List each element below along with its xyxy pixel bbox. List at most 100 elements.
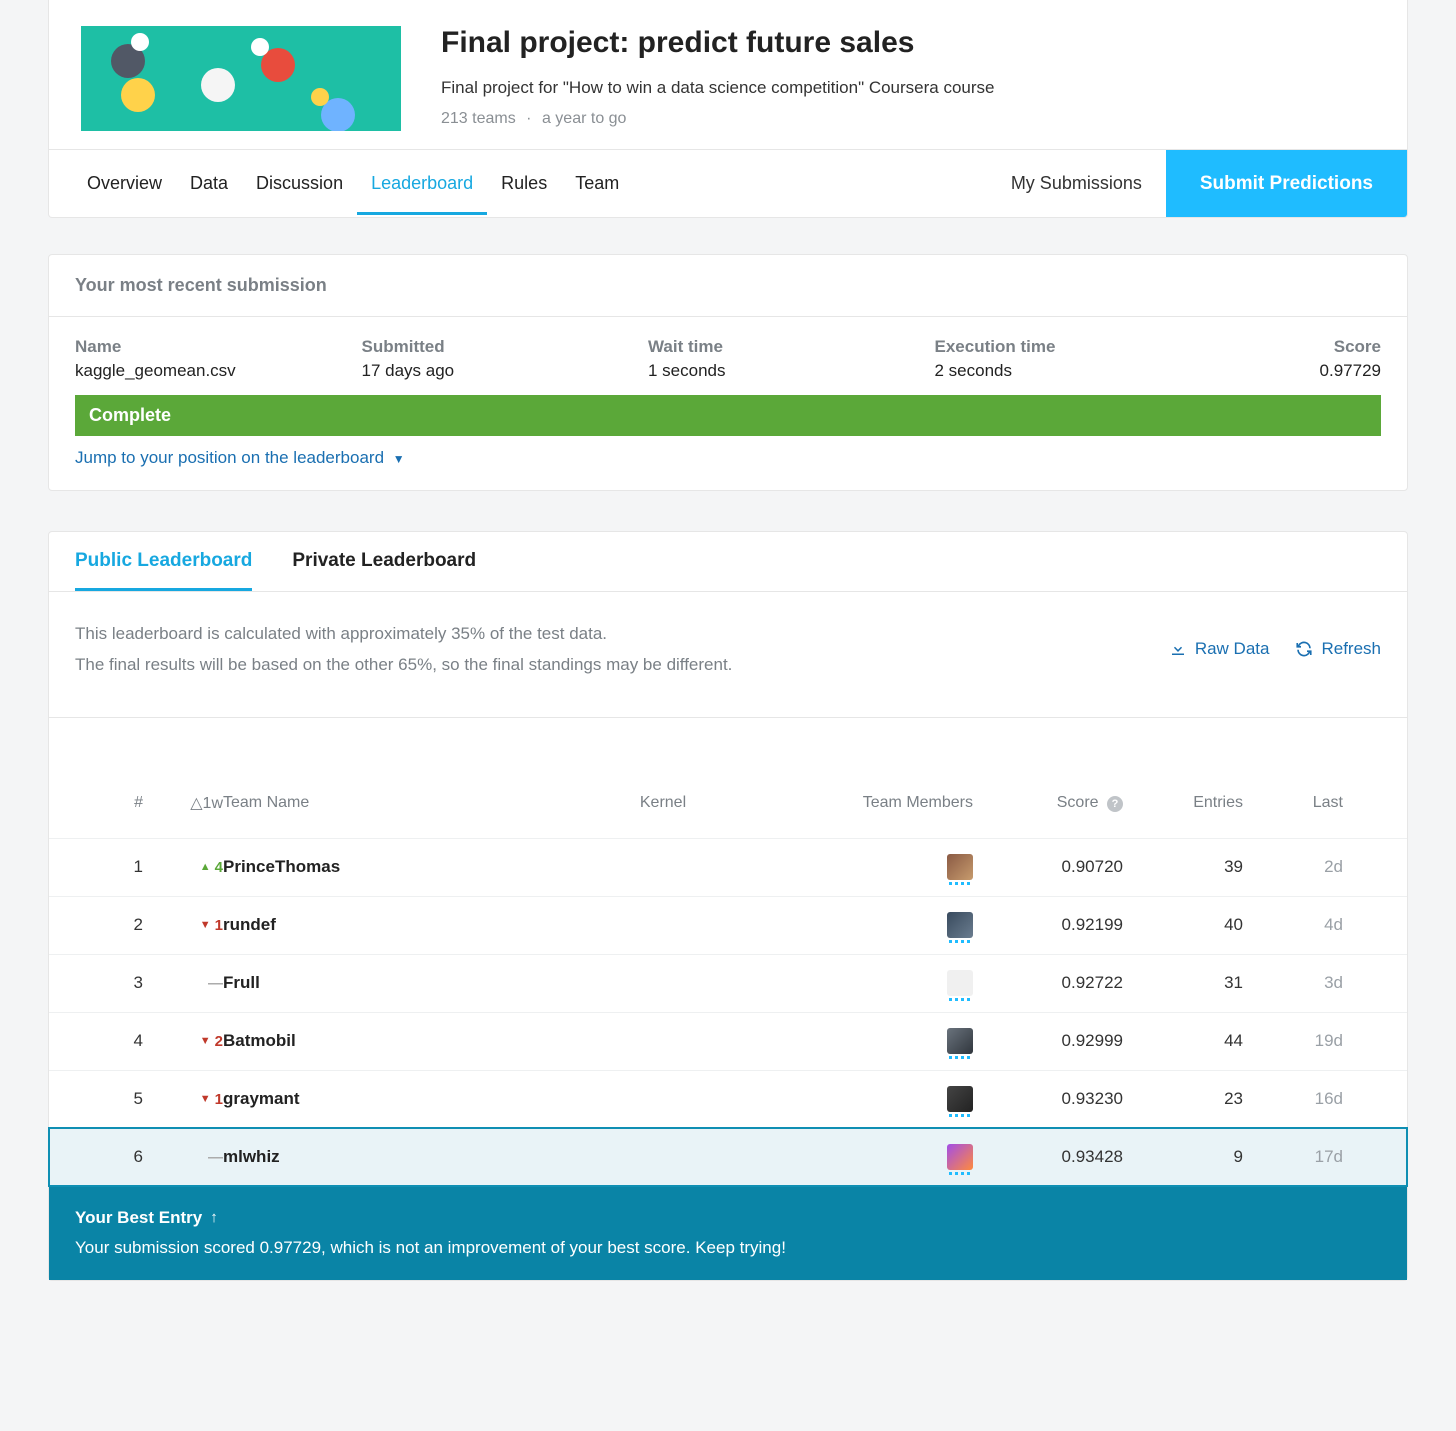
score: 0.93230 — [973, 1089, 1123, 1109]
col-wait-label: Wait time — [648, 337, 935, 357]
team-members — [773, 912, 973, 938]
last-submission: 2d — [1243, 857, 1343, 877]
competition-meta: 213 teams · a year to go — [441, 110, 995, 128]
th-team: Team Name — [223, 794, 553, 818]
col-score-label: Score — [1221, 337, 1381, 357]
entries: 40 — [1123, 915, 1243, 935]
team-members — [773, 1144, 973, 1170]
team-name: mlwhiz — [223, 1147, 553, 1167]
last-submission: 19d — [1243, 1031, 1343, 1051]
submit-predictions-button[interactable]: Submit Predictions — [1166, 150, 1407, 218]
leaderboard-card: Public Leaderboard Private Leaderboard T… — [48, 531, 1408, 1281]
competition-header: Final project: predict future sales Fina… — [48, 0, 1408, 218]
th-entries: Entries — [1123, 794, 1243, 818]
leaderboard-row[interactable]: 6—mlwhiz0.93428917d — [49, 1128, 1407, 1186]
score: 0.92199 — [973, 915, 1123, 935]
rank-delta: ▼1 — [143, 917, 223, 934]
refresh-link[interactable]: Refresh — [1295, 639, 1381, 659]
tab-discussion[interactable]: Discussion — [242, 153, 357, 215]
help-icon[interactable]: ? — [1107, 796, 1123, 812]
score: 0.92999 — [973, 1031, 1123, 1051]
rank-delta: ▼1 — [143, 1091, 223, 1108]
rank: 6 — [73, 1147, 143, 1167]
best-entry-title: Your Best Entry — [75, 1208, 202, 1228]
my-submissions-link[interactable]: My Submissions — [987, 153, 1166, 214]
jump-to-position-link[interactable]: Jump to your position on the leaderboard… — [49, 448, 1407, 490]
col-submitted-label: Submitted — [362, 337, 649, 357]
competition-banner — [81, 26, 401, 131]
refresh-label: Refresh — [1321, 639, 1381, 659]
tab-data[interactable]: Data — [176, 153, 242, 215]
leaderboard-row[interactable]: 5▼1graymant 0.932302316d — [49, 1070, 1407, 1128]
leaderboard-row[interactable]: 1▲4PrinceThomas0.90720392d — [49, 838, 1407, 896]
score: 0.92722 — [973, 973, 1123, 993]
last-submission: 4d — [1243, 915, 1343, 935]
entries: 23 — [1123, 1089, 1243, 1109]
th-score: Score ? — [973, 794, 1123, 818]
competition-tabs: Overview Data Discussion Leaderboard Rul… — [73, 153, 633, 215]
entries: 44 — [1123, 1031, 1243, 1051]
tab-overview[interactable]: Overview — [73, 153, 176, 215]
best-entry-message: Your submission scored 0.97729, which is… — [75, 1238, 1381, 1258]
col-score-value: 0.97729 — [1221, 361, 1381, 381]
leaderboard-table-header: # △1w Team Name Kernel Team Members Scor… — [49, 718, 1407, 838]
col-name-label: Name — [75, 337, 362, 357]
team-members — [773, 854, 973, 880]
leaderboard-row[interactable]: 4▼2Batmobil0.929994419d — [49, 1012, 1407, 1070]
rank: 2 — [73, 915, 143, 935]
th-kernel: Kernel — [553, 794, 773, 818]
refresh-icon — [1295, 640, 1313, 658]
team-members — [773, 970, 973, 996]
col-exec-label: Execution time — [935, 337, 1222, 357]
raw-data-link[interactable]: Raw Data — [1169, 639, 1270, 659]
competition-description: Final project for "How to win a data sci… — [441, 78, 995, 98]
tab-team[interactable]: Team — [561, 153, 633, 215]
last-submission: 3d — [1243, 973, 1343, 993]
tab-rules[interactable]: Rules — [487, 153, 561, 215]
avatar[interactable] — [947, 1086, 973, 1112]
avatar[interactable] — [947, 912, 973, 938]
avatar[interactable] — [947, 1144, 973, 1170]
teams-count: 213 teams — [441, 110, 516, 127]
th-delta: △1w — [143, 793, 223, 819]
leaderboard-row[interactable]: 3—Frull0.92722313d — [49, 954, 1407, 1012]
th-members: Team Members — [773, 794, 973, 818]
rank-delta: — — [143, 975, 223, 992]
tab-leaderboard[interactable]: Leaderboard — [357, 153, 487, 215]
th-rank: # — [73, 794, 143, 818]
competition-title: Final project: predict future sales — [441, 26, 995, 60]
team-name: PrinceThomas — [223, 857, 553, 877]
avatar[interactable] — [947, 854, 973, 880]
team-members — [773, 1086, 973, 1112]
th-last: Last — [1243, 794, 1343, 818]
last-submission: 16d — [1243, 1089, 1343, 1109]
deadline: a year to go — [542, 110, 627, 127]
entries: 39 — [1123, 857, 1243, 877]
rank: 5 — [73, 1089, 143, 1109]
lb-info-line1: This leaderboard is calculated with appr… — [75, 618, 732, 649]
rank: 1 — [73, 857, 143, 877]
th-score-label: Score — [1057, 794, 1099, 811]
public-leaderboard-tab[interactable]: Public Leaderboard — [75, 550, 252, 591]
raw-data-label: Raw Data — [1195, 639, 1270, 659]
submission-status-bar: Complete — [75, 395, 1381, 436]
rank-delta: ▼2 — [143, 1033, 223, 1050]
caret-down-icon: ▼ — [389, 452, 405, 466]
avatar[interactable] — [947, 970, 973, 996]
rank: 3 — [73, 973, 143, 993]
avatar[interactable] — [947, 1028, 973, 1054]
team-name: rundef — [223, 915, 553, 935]
col-wait-value: 1 seconds — [648, 361, 935, 381]
entries: 31 — [1123, 973, 1243, 993]
lb-info-line2: The final results will be based on the o… — [75, 649, 732, 680]
leaderboard-info: This leaderboard is calculated with appr… — [75, 618, 732, 681]
team-name: graymant — [223, 1089, 553, 1109]
arrow-up-icon: ↑ — [210, 1209, 218, 1226]
score: 0.90720 — [973, 857, 1123, 877]
recent-submission-heading: Your most recent submission — [49, 255, 1407, 317]
private-leaderboard-tab[interactable]: Private Leaderboard — [292, 550, 476, 591]
last-submission: 17d — [1243, 1147, 1343, 1167]
col-name-value: kaggle_geomean.csv — [75, 361, 362, 381]
jump-link-label: Jump to your position on the leaderboard — [75, 448, 384, 467]
leaderboard-row[interactable]: 2▼1rundef 0.92199404d — [49, 896, 1407, 954]
